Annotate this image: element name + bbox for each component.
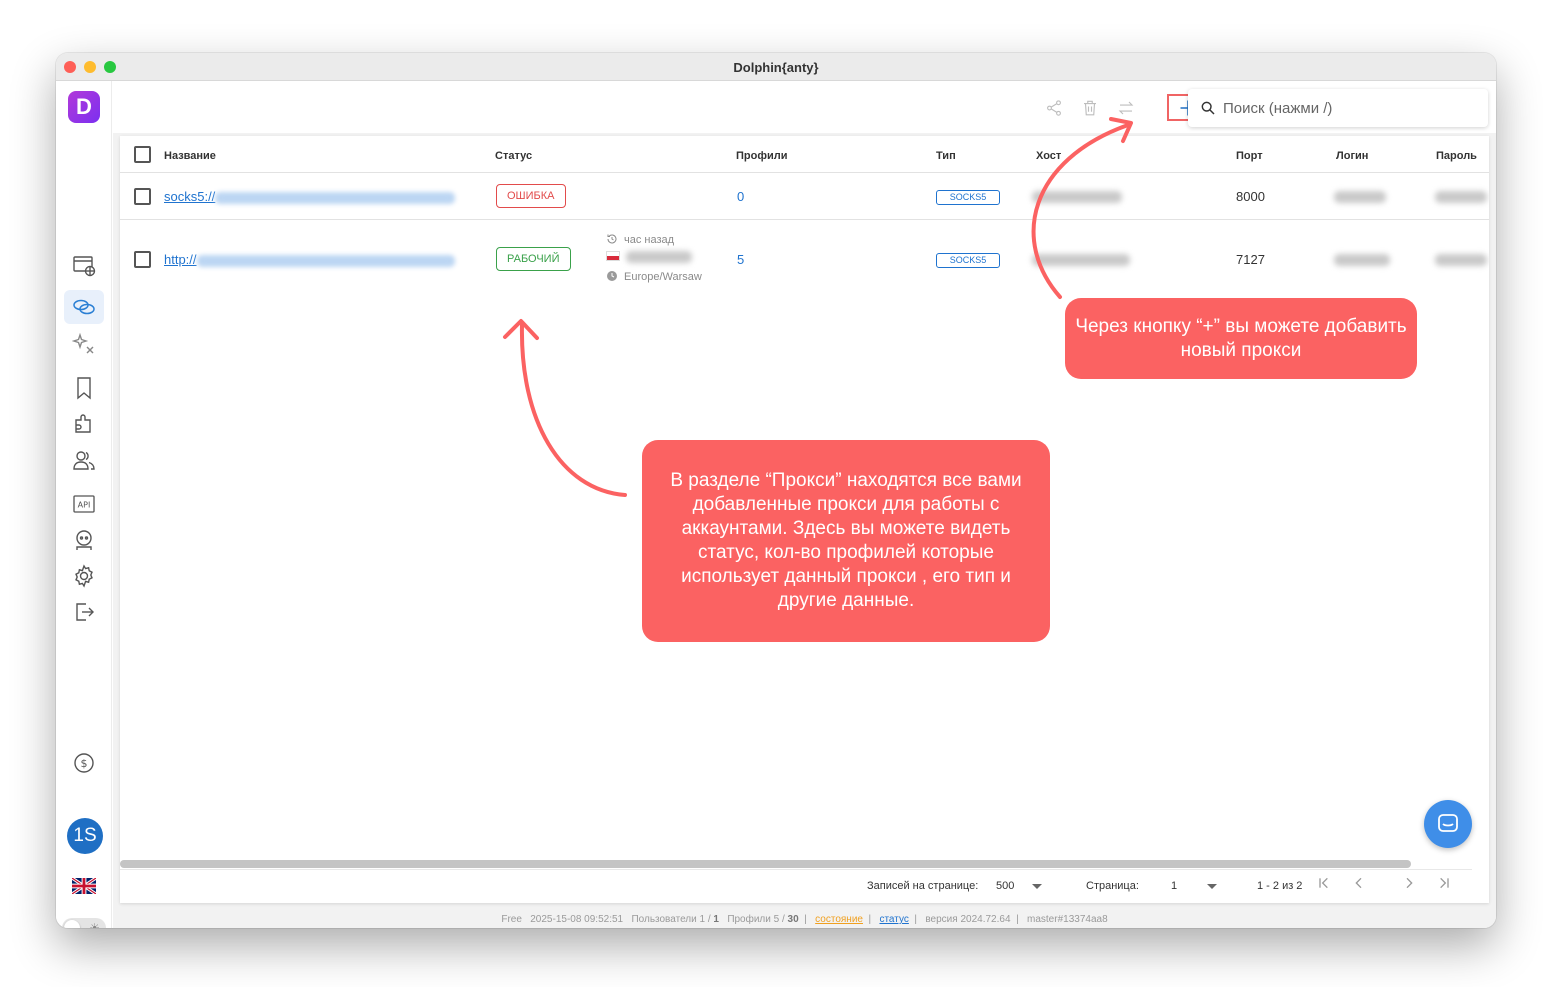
app-logo[interactable]: D — [68, 91, 100, 123]
chevron-left-icon — [1355, 877, 1362, 889]
api-icon[interactable]: API — [64, 487, 104, 521]
toolbar — [113, 81, 1496, 133]
first-page-icon — [1319, 877, 1328, 889]
column-header-host[interactable]: Хост — [1036, 150, 1061, 162]
column-header-name[interactable]: Название — [164, 150, 216, 162]
trash-icon[interactable] — [1078, 96, 1102, 120]
column-header-status[interactable]: Статус — [495, 150, 532, 162]
column-header-login[interactable]: Логин — [1336, 150, 1368, 162]
theme-toggle[interactable]: ☀ — [62, 918, 106, 928]
billing-dollar-icon[interactable]: $ — [64, 746, 104, 780]
geo-info — [606, 251, 692, 264]
status-badge: ОШИБКА — [496, 184, 566, 208]
status-link[interactable]: статус — [879, 914, 908, 925]
window-title: Dolphin{anty} — [733, 60, 819, 75]
chevron-down-icon — [1207, 884, 1217, 889]
row-divider — [120, 219, 1489, 220]
row-checkbox[interactable] — [134, 188, 151, 205]
support-chat-button[interactable] — [1424, 800, 1472, 848]
swap-icon[interactable] — [1114, 96, 1138, 120]
last-page-icon — [1440, 877, 1449, 889]
status-badge: РАБОЧИЙ — [496, 247, 571, 271]
proxy-name-link[interactable]: http:// — [164, 252, 455, 267]
previous-page-button[interactable] — [1348, 875, 1370, 897]
column-header-type[interactable]: Тип — [936, 150, 956, 162]
host-value-hidden — [1032, 191, 1122, 203]
users-icon[interactable] — [64, 443, 104, 477]
proxy-name-link[interactable]: socks5:// — [164, 189, 456, 204]
svg-text:$: $ — [81, 757, 88, 770]
automation-icon[interactable] — [64, 327, 104, 361]
titlebar: Dolphin{anty} — [56, 53, 1496, 81]
type-badge: SOCKS5 — [936, 253, 1000, 268]
svg-text:API: API — [78, 501, 91, 510]
port-value: 8000 — [1236, 189, 1265, 204]
column-header-port[interactable]: Порт — [1236, 150, 1263, 162]
page-select[interactable]: 1 — [1169, 878, 1219, 903]
chevron-right-icon — [1406, 877, 1413, 889]
header-divider — [120, 172, 1489, 173]
page-label: Страница: — [1086, 880, 1139, 892]
last-page-button[interactable] — [1433, 875, 1455, 897]
browser-profiles-icon[interactable] — [64, 249, 104, 283]
login-value-hidden — [1334, 254, 1390, 266]
theme-toggle-knob — [64, 920, 80, 928]
row-checkbox[interactable] — [134, 251, 151, 268]
chevron-down-icon — [1032, 884, 1042, 889]
page-range: 1 - 2 из 2 — [1257, 880, 1303, 892]
profiles-count-link[interactable]: 5 — [737, 252, 744, 267]
password-value-hidden — [1435, 191, 1487, 203]
clock-icon — [607, 271, 617, 281]
column-header-profiles[interactable]: Профили — [736, 150, 787, 162]
type-badge: SOCKS5 — [936, 190, 1000, 205]
sun-icon: ☀ — [89, 921, 100, 928]
share-icon[interactable] — [1042, 96, 1066, 120]
search-box — [1188, 89, 1488, 127]
settings-gear-icon[interactable] — [64, 559, 104, 593]
logout-icon[interactable] — [64, 595, 104, 629]
section-callout: В разделе “Прокси” находятся все вами до… — [642, 440, 1050, 642]
ip-value-hidden — [626, 251, 692, 264]
host-value-hidden — [1032, 254, 1130, 266]
history-icon — [607, 234, 617, 244]
horizontal-scrollbar-thumb[interactable] — [120, 860, 1411, 868]
poland-flag-icon — [606, 251, 620, 261]
support-robot-icon[interactable] — [64, 523, 104, 557]
chat-icon — [1438, 814, 1458, 832]
next-page-button[interactable] — [1398, 875, 1420, 897]
select-all-checkbox[interactable] — [134, 146, 151, 163]
bookmarks-icon[interactable] — [64, 371, 104, 405]
column-header-password[interactable]: Пароль — [1436, 150, 1477, 162]
last-check-info: час назад — [606, 233, 674, 246]
state-link[interactable]: состояние — [815, 914, 863, 925]
sidebar: D API $ 1S ☀ — [56, 81, 112, 928]
first-page-button[interactable] — [1313, 875, 1335, 897]
rows-per-page-select[interactable]: 500 — [994, 878, 1044, 903]
language-uk-flag-icon[interactable] — [72, 878, 96, 894]
user-avatar[interactable]: 1S — [67, 818, 103, 854]
status-bar: Free 2025-15-08 09:52:51 Пользователи 1 … — [113, 911, 1496, 928]
login-value-hidden — [1334, 191, 1386, 203]
search-icon — [1201, 101, 1215, 115]
profiles-count-link[interactable]: 0 — [737, 189, 744, 204]
timezone-info: Europe/Warsaw — [606, 270, 702, 283]
rows-per-page-label: Записей на странице: — [867, 880, 979, 892]
proxy-icon[interactable] — [64, 290, 104, 324]
add-button-callout: Через кнопку “+” вы можете добавить новы… — [1065, 298, 1417, 379]
port-value: 7127 — [1236, 252, 1265, 267]
password-value-hidden — [1435, 254, 1487, 266]
footer-divider — [120, 869, 1472, 870]
search-input[interactable] — [1223, 97, 1473, 119]
extensions-icon[interactable] — [64, 407, 104, 441]
